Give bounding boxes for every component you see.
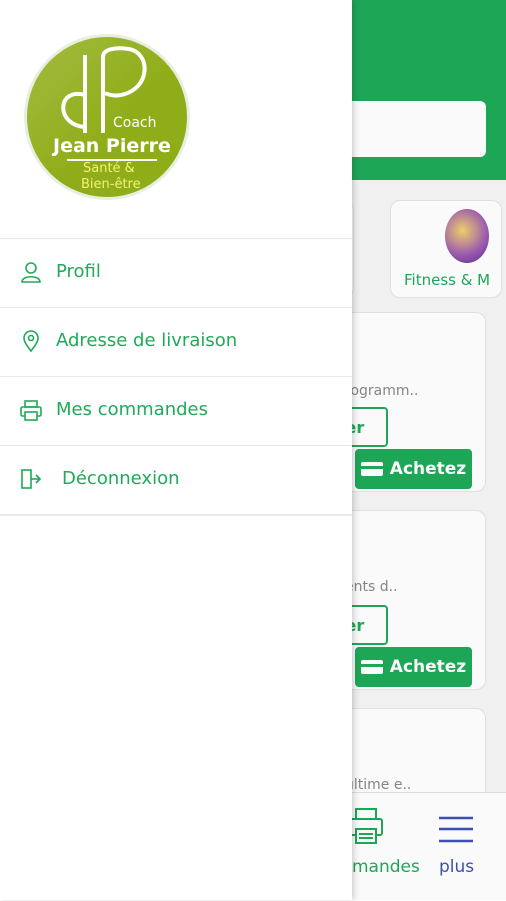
logo-coach-text: Coach — [113, 115, 157, 131]
menu-item-adresse[interactable]: Adresse de livraison — [0, 307, 352, 376]
menu-label: Déconnexion — [62, 468, 180, 489]
menu-item-profil[interactable]: Profil — [0, 238, 352, 307]
side-drawer: Coach Jean Pierre Santé & Bien-être Prof… — [0, 0, 352, 900]
drawer-scrim[interactable] — [352, 0, 506, 900]
location-pin-icon — [23, 330, 39, 352]
brand-logo: Coach Jean Pierre Santé & Bien-être — [24, 34, 190, 200]
logo-tagline-2: Bien-être — [81, 177, 141, 192]
menu-item-commandes[interactable]: Mes commandes — [0, 376, 352, 445]
user-icon — [21, 262, 41, 283]
menu-label: Adresse de livraison — [56, 330, 238, 351]
menu-label: Profil — [56, 261, 101, 282]
menu-label: Mes commandes — [56, 399, 208, 420]
logout-icon — [21, 469, 42, 489]
printer-icon — [20, 400, 42, 421]
logo-tagline-1: Santé & — [83, 161, 135, 176]
drawer-menu: Profil Adresse de livraison Mes commande… — [0, 238, 352, 516]
menu-item-deconnexion[interactable]: Déconnexion — [0, 445, 352, 516]
logo-name-text: Jean Pierre — [53, 135, 171, 157]
